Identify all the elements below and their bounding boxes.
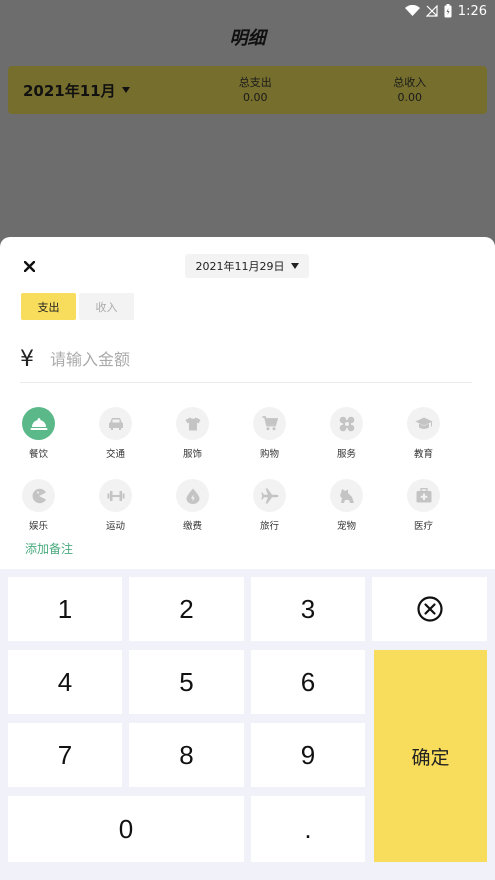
category-education[interactable]: 教育 [385,407,462,460]
wifi-icon [404,5,420,16]
currency-symbol: ¥ [20,347,34,372]
caret-down-icon [290,263,299,269]
category-entertainment[interactable]: 娱乐 [0,479,77,532]
category-label: 医疗 [413,521,433,532]
category-label: 娱乐 [28,521,48,532]
total-income-label: 总收入 [393,76,427,89]
total-expense-label: 总支出 [238,76,272,89]
category-travel[interactable]: 旅行 [231,479,308,532]
tab-income[interactable]: 收入 [79,293,134,320]
delete-button[interactable] [372,577,487,641]
category-label: 餐饮 [28,449,48,460]
key-1[interactable]: 1 [8,577,122,641]
close-button[interactable] [18,255,40,277]
status-time: 1:26 [457,3,487,19]
service-icon [339,416,354,431]
category-label: 教育 [413,449,433,460]
graduation-cap-icon [415,417,432,429]
add-record-sheet: 2021年11月29日 支出 收入 ¥ 餐饮 交通 服饰 [0,237,495,880]
total-expense-value: 0.00 [243,91,268,104]
category-label: 购物 [259,449,279,460]
status-bar: 1:26 [0,0,495,22]
category-label: 运动 [105,521,125,532]
month-label: 2021年11月 [23,81,116,100]
numeric-keypad: 1 2 3 4 5 6 7 8 9 0 . 确定 [0,569,495,880]
medical-kit-icon [416,488,431,503]
category-medical[interactable]: 医疗 [385,479,462,532]
amount-input[interactable] [50,350,472,369]
dining-icon [30,417,47,430]
category-pet[interactable]: 宠物 [308,479,385,532]
amount-row: ¥ [20,337,472,383]
category-grid: 餐饮 交通 服饰 购物 服务 教育 娱乐 运动 缴费 旅行 宠物 医疗 [0,407,495,532]
key-2[interactable]: 2 [129,577,244,641]
date-selector[interactable]: 2021年11月29日 [185,254,309,278]
key-5[interactable]: 5 [129,650,244,714]
category-label: 服饰 [182,449,202,460]
category-shopping[interactable]: 购物 [231,407,308,460]
pet-icon [339,488,354,503]
total-income-value: 0.00 [397,91,423,104]
battery-icon [444,4,452,18]
category-label: 交通 [105,449,125,460]
category-bills[interactable]: 缴费 [154,479,231,532]
key-4[interactable]: 4 [8,650,122,714]
key-0[interactable]: 0 [8,796,244,862]
month-selector[interactable]: 2021年11月 [8,80,178,101]
key-8[interactable]: 8 [129,723,244,787]
shirt-icon [185,417,200,430]
category-label: 缴费 [182,521,202,532]
droplet-icon [186,488,199,504]
category-label: 旅行 [259,521,279,532]
category-transport[interactable]: 交通 [77,407,154,460]
summary-card: 2021年11月 总支出 0.00 总收入 0.00 [8,66,487,114]
category-clothing[interactable]: 服饰 [154,407,231,460]
total-income: 总收入 0.00 [333,75,488,105]
category-label: 服务 [336,449,356,460]
key-7[interactable]: 7 [8,723,122,787]
no-signal-icon [425,5,438,17]
car-icon [108,417,123,430]
add-remark-link[interactable]: 添加备注 [25,540,73,557]
key-3[interactable]: 3 [251,577,365,641]
date-label: 2021年11月29日 [195,260,285,273]
cart-icon [262,416,278,431]
key-9[interactable]: 9 [251,723,365,787]
total-expense: 总支出 0.00 [178,75,333,105]
key-6[interactable]: 6 [251,650,365,714]
confirm-button[interactable]: 确定 [374,650,487,862]
airplane-icon [260,488,278,503]
category-label: 宠物 [336,521,356,532]
tab-expense[interactable]: 支出 [21,293,76,320]
backspace-circle-icon [416,596,443,622]
category-sport[interactable]: 运动 [77,479,154,532]
pacman-icon [32,488,46,503]
category-service[interactable]: 服务 [308,407,385,460]
caret-down-icon [121,87,130,93]
category-dining[interactable]: 餐饮 [0,407,77,460]
type-tabs: 支出 收入 [21,293,134,320]
close-icon [23,260,35,272]
dumbbell-icon [107,490,124,501]
key-decimal[interactable]: . [251,796,365,862]
page-title: 明细 [229,28,266,49]
